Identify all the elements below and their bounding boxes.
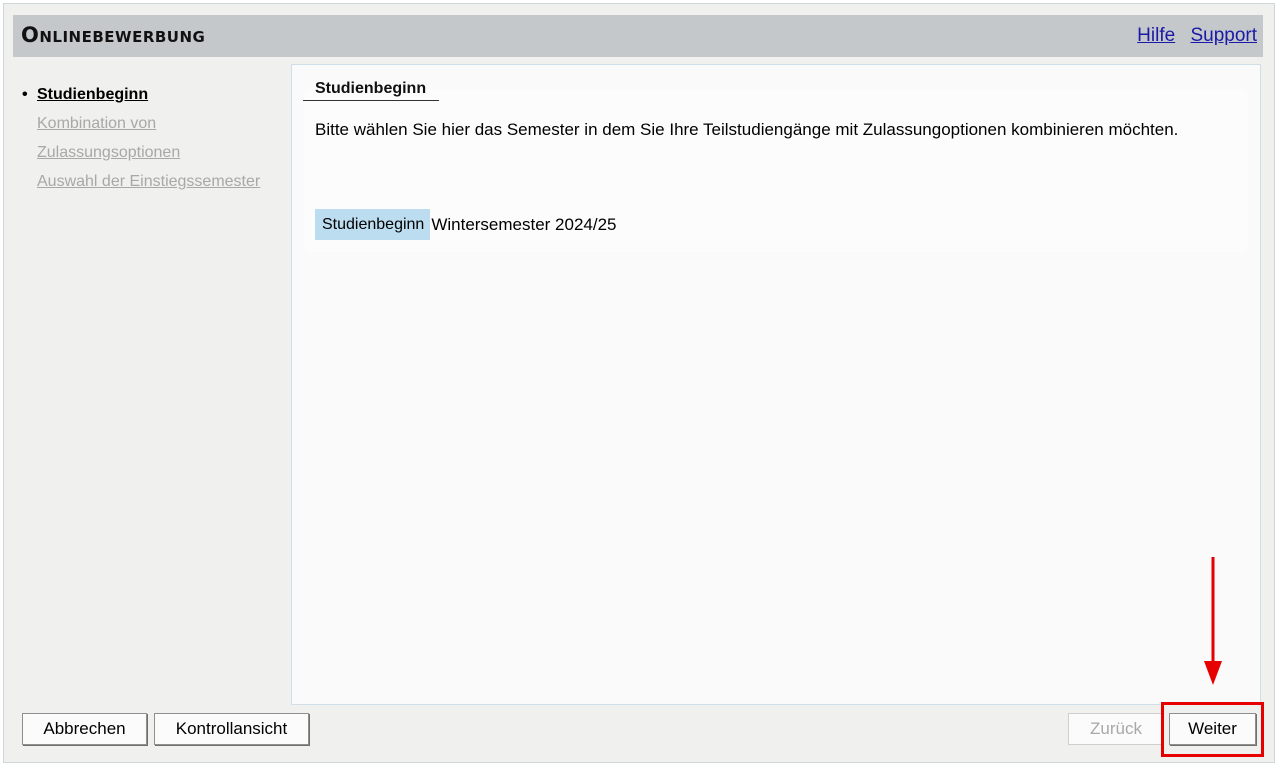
sidebar-nav: • Studienbeginn Kombination von Zulassung… [22, 80, 282, 196]
bullet-icon: • [22, 86, 28, 103]
sidebar-item-einstiegssemester: Auswahl der Einstiegssemester [22, 167, 282, 196]
sidebar-item-label: Zulassungsoptionen [37, 144, 181, 161]
annotation-highlight-box [1161, 702, 1264, 757]
field-label: Studienbeginn [315, 209, 431, 240]
down-arrow-icon [1204, 557, 1222, 685]
control-view-button[interactable]: Kontrollansicht [154, 713, 309, 745]
studienbeginn-field: Studienbeginn Wintersemester 2024/25 [315, 209, 617, 240]
sidebar-item-studienbeginn[interactable]: • Studienbeginn [22, 80, 282, 109]
sidebar-item-label: Auswahl der Einstiegssemester [37, 173, 261, 190]
main-content: Studienbeginn Bitte wählen Sie hier das … [291, 64, 1261, 705]
sidebar-item-kombination: Kombination von [22, 109, 282, 138]
app-title: Onlinebewerbung [21, 23, 206, 47]
support-link[interactable]: Support [1190, 25, 1257, 46]
section-title: Studienbeginn [303, 80, 439, 101]
header-links: Hilfe Support [1127, 25, 1257, 47]
field-value: Wintersemester 2024/25 [431, 214, 617, 234]
help-link[interactable]: Hilfe [1137, 25, 1175, 46]
back-button: Zurück [1068, 713, 1164, 745]
sidebar-item-label: Studienbeginn [37, 86, 149, 103]
header-bar: Onlinebewerbung Hilfe Support [13, 15, 1263, 57]
sidebar-item-zulassungsoptionen: Zulassungsoptionen [22, 138, 282, 167]
sidebar-item-label: Kombination von [37, 115, 157, 132]
cancel-button[interactable]: Abbrechen [22, 713, 147, 745]
section-description: Bitte wählen Sie hier das Semester in de… [315, 120, 1179, 139]
